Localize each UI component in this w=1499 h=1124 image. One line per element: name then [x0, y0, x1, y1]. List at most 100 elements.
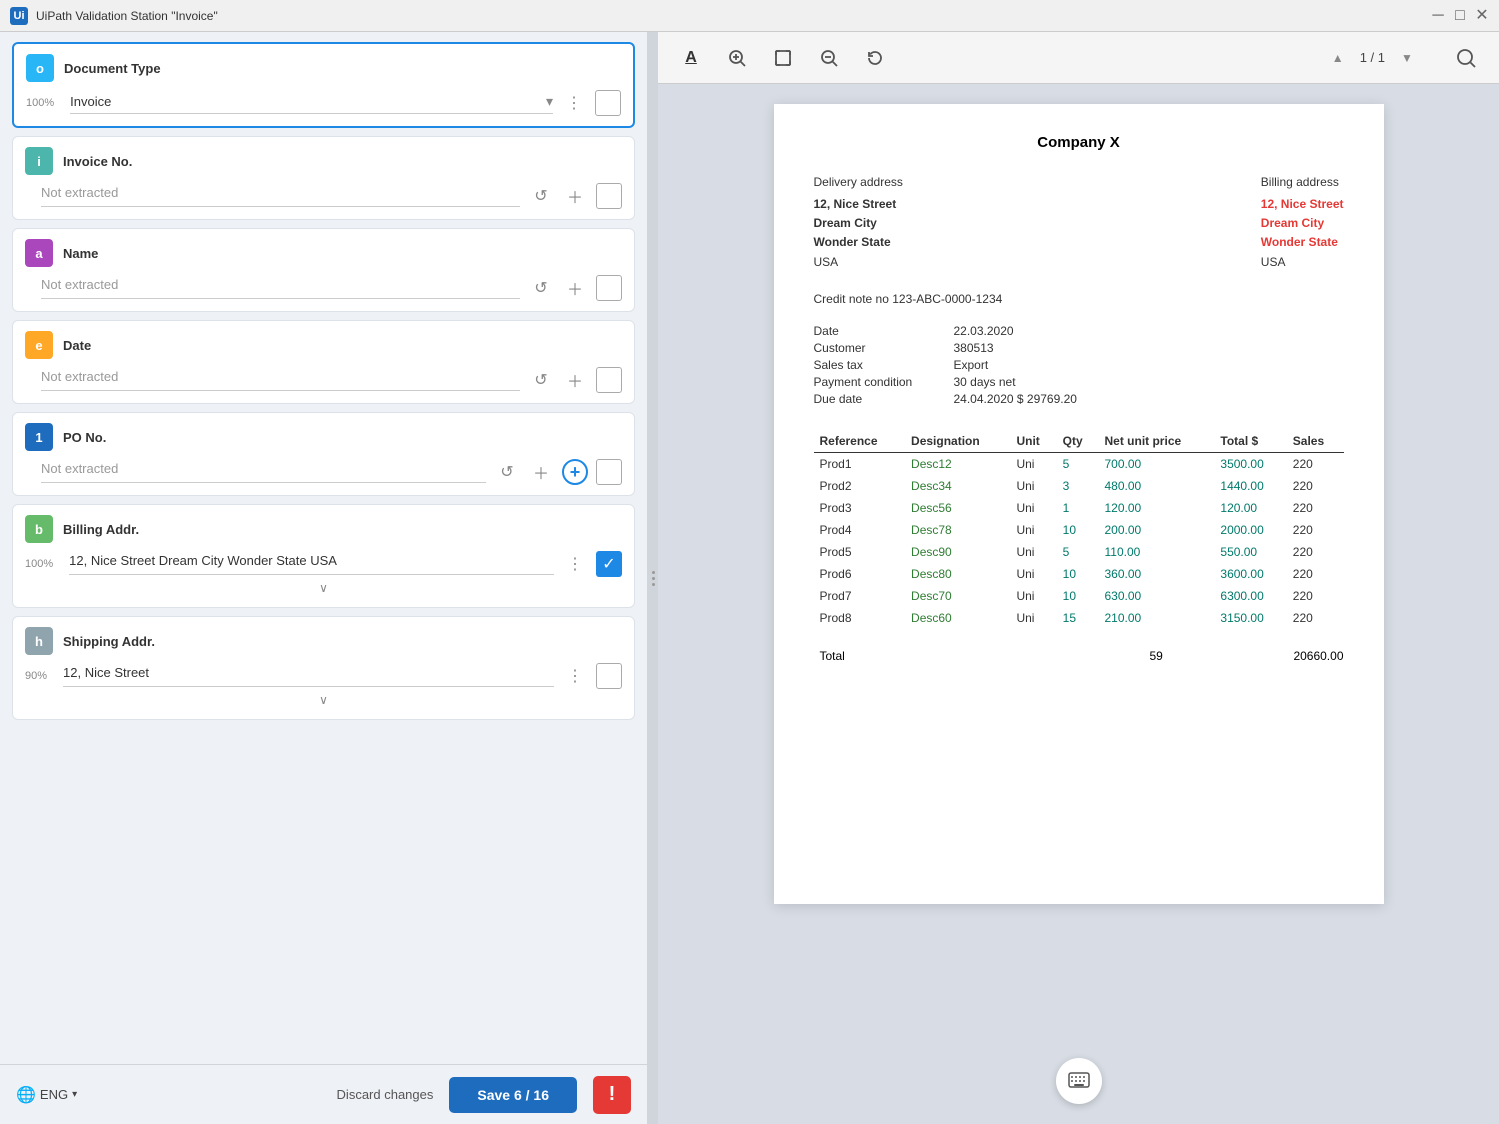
doc-viewer[interactable]: Company X Delivery address 12, Nice Stre… [658, 84, 1499, 1124]
add-button-invoice-no[interactable]: ＋ [562, 183, 588, 209]
add-button-po-no[interactable]: ＋ [528, 459, 554, 485]
value-shipping-addr[interactable]: 12, Nice Street [63, 665, 554, 687]
table-row: Prod8 Desc60 Uni 15 210.00 3150.00 220 [814, 607, 1344, 629]
detail-value-2: Export [954, 358, 989, 372]
cell-price-7: 210.00 [1098, 607, 1214, 629]
undo-button-invoice-no[interactable]: ↺ [528, 183, 554, 209]
label-shipping-addr: Shipping Addr. [63, 634, 155, 649]
menu-button-document-type[interactable]: ⋮ [561, 90, 587, 116]
dropdown-arrow-icon[interactable]: ▾ [546, 93, 553, 110]
zoom-in-button[interactable] [720, 41, 754, 75]
detail-value-1: 380513 [954, 341, 994, 355]
cell-qty-4: 5 [1057, 541, 1099, 563]
value-name[interactable]: Not extracted [41, 277, 520, 299]
detail-row-2: Sales tax Export [814, 358, 1344, 372]
checkbox-invoice-no[interactable] [596, 183, 622, 209]
language-label: ENG [40, 1087, 68, 1102]
language-selector[interactable]: 🌐 ENG ▾ [16, 1085, 77, 1105]
page-nav: ▲ 1 / 1 ▼ [1324, 44, 1421, 72]
cell-ref-1: Prod2 [814, 475, 906, 497]
cell-qty-3: 10 [1057, 519, 1099, 541]
rotate-button[interactable] [858, 41, 892, 75]
table-row: Prod3 Desc56 Uni 1 120.00 120.00 220 [814, 497, 1344, 519]
resize-dot-3 [652, 583, 655, 586]
main-layout: o Document Type 100% Invoice ▾ ⋮ i [0, 32, 1499, 1124]
add-button-name[interactable]: ＋ [562, 275, 588, 301]
detail-row-0: Date 22.03.2020 [814, 324, 1344, 338]
prev-page-button[interactable]: ▲ [1324, 44, 1352, 72]
cell-ref-7: Prod8 [814, 607, 906, 629]
field-body-date: Not extracted ↺ ＋ [25, 367, 622, 393]
cell-unit-5: Uni [1010, 563, 1056, 585]
value-invoice-no[interactable]: Not extracted [41, 185, 520, 207]
minimize-button[interactable]: ─ [1431, 9, 1445, 23]
table-header-row: Reference Designation Unit Qty Net unit … [814, 430, 1344, 453]
add-button-date[interactable]: ＋ [562, 367, 588, 393]
checkbox-shipping-addr[interactable] [596, 663, 622, 689]
undo-button-date[interactable]: ↺ [528, 367, 554, 393]
field-header-date: e Date [25, 331, 622, 359]
fit-page-button[interactable] [766, 41, 800, 75]
next-page-button[interactable]: ▼ [1393, 44, 1421, 72]
cell-total-1: 1440.00 [1214, 475, 1286, 497]
value-date[interactable]: Not extracted [41, 369, 520, 391]
alert-button[interactable]: ! [593, 1076, 631, 1114]
table-row: Prod5 Desc90 Uni 5 110.00 550.00 220 [814, 541, 1344, 563]
cell-total-6: 6300.00 [1214, 585, 1286, 607]
lang-dropdown-icon: ▾ [72, 1089, 77, 1100]
cell-price-2: 120.00 [1098, 497, 1214, 519]
discard-button[interactable]: Discard changes [337, 1087, 434, 1102]
zoom-out-button[interactable] [812, 41, 846, 75]
resize-dot-1 [652, 571, 655, 574]
badge-shipping-addr: h [25, 627, 53, 655]
close-button[interactable]: ✕ [1475, 9, 1489, 23]
cell-unit-2: Uni [1010, 497, 1056, 519]
checkbox-billing-addr[interactable]: ✓ [596, 551, 622, 577]
value-po-no[interactable]: Not extracted [41, 461, 486, 483]
cell-desc-5: Desc80 [905, 563, 1010, 585]
cell-total-7: 3150.00 [1214, 607, 1286, 629]
undo-button-name[interactable]: ↺ [528, 275, 554, 301]
maximize-button[interactable]: □ [1453, 9, 1467, 23]
table-row: Prod6 Desc80 Uni 10 360.00 3600.00 220 [814, 563, 1344, 585]
cell-desc-3: Desc78 [905, 519, 1010, 541]
value-document-type[interactable]: Invoice ▾ [70, 92, 553, 114]
circle-add-button-po-no[interactable]: + [562, 459, 588, 485]
text-tool-button[interactable]: A [674, 41, 708, 75]
badge-name: a [25, 239, 53, 267]
cell-desc-7: Desc60 [905, 607, 1010, 629]
menu-button-billing-addr[interactable]: ⋮ [562, 551, 588, 577]
checkbox-po-no[interactable] [596, 459, 622, 485]
cell-sales-1: 220 [1287, 475, 1344, 497]
credit-note: Credit note no 123-ABC-0000-1234 [814, 292, 1344, 306]
confidence-document-type: 100% [26, 97, 54, 109]
field-card-po-no: 1 PO No. Not extracted ↺ ＋ + [12, 412, 635, 496]
expand-shipping-addr[interactable]: ∨ [25, 689, 622, 709]
detail-label-1: Customer [814, 341, 954, 355]
cell-unit-1: Uni [1010, 475, 1056, 497]
checkbox-name[interactable] [596, 275, 622, 301]
cell-unit-4: Uni [1010, 541, 1056, 563]
cell-qty-1: 3 [1057, 475, 1099, 497]
save-button[interactable]: Save 6 / 16 [449, 1077, 577, 1113]
field-body-shipping-addr: 90% 12, Nice Street ⋮ [25, 663, 622, 689]
detail-label-0: Date [814, 324, 954, 338]
col-total: Total $ [1214, 430, 1286, 453]
expand-billing-addr[interactable]: ∨ [25, 577, 622, 597]
checkbox-document-type[interactable] [595, 90, 621, 116]
checkbox-date[interactable] [596, 367, 622, 393]
table-row: Prod7 Desc70 Uni 10 630.00 6300.00 220 [814, 585, 1344, 607]
label-invoice-no: Invoice No. [63, 154, 132, 169]
resize-handle[interactable] [648, 32, 658, 1124]
keyboard-fab-button[interactable] [1056, 1058, 1102, 1104]
value-billing-addr[interactable]: 12, Nice Street Dream City Wonder State … [69, 553, 554, 575]
menu-button-shipping-addr[interactable]: ⋮ [562, 663, 588, 689]
cell-sales-4: 220 [1287, 541, 1344, 563]
undo-button-po-no[interactable]: ↺ [494, 459, 520, 485]
doc-page: Company X Delivery address 12, Nice Stre… [774, 104, 1384, 904]
search-doc-button[interactable] [1449, 41, 1483, 75]
cell-total-5: 3600.00 [1214, 563, 1286, 585]
field-header-billing-addr: b Billing Addr. [25, 515, 622, 543]
billing-line1: 12, Nice Street [1261, 195, 1344, 214]
doc-details: Date 22.03.2020 Customer 380513 Sales ta… [814, 324, 1344, 406]
